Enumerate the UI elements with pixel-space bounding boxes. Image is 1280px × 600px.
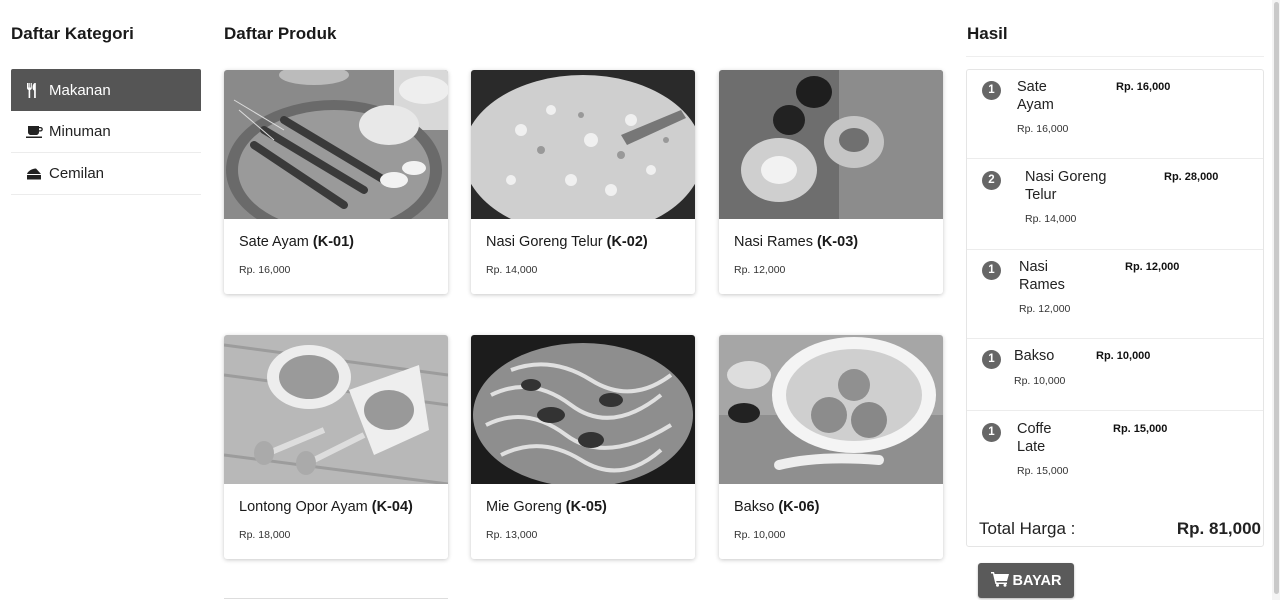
product-name: Mie Goreng (K-05) (486, 499, 607, 515)
product-name: Sate Ayam (K-01) (239, 234, 354, 250)
cart-item-name: Nasi Rames (1019, 259, 1065, 293)
cart-item[interactable]: 2 Nasi Goreng Telur Rp. 14,000 Rp. 28,00… (967, 159, 1263, 250)
result-title: Hasil (967, 24, 1008, 43)
coffee-icon (26, 124, 46, 140)
cart-item-name: Bakso (1014, 348, 1055, 364)
cheese-icon (26, 166, 46, 182)
product-price: Rp. 13,000 (486, 529, 538, 541)
product-card-k01[interactable]: Sate Ayam (K-01) Rp. 16,000 (224, 70, 448, 294)
categories-title: Daftar Kategori (11, 24, 134, 43)
quantity-badge: 2 (982, 171, 1001, 190)
product-card-k06[interactable]: Bakso (K-06) Rp. 10,000 (719, 335, 943, 559)
quantity-badge: 1 (982, 81, 1001, 100)
cart-item-total: Rp. 12,000 (1125, 261, 1180, 273)
cart-item[interactable]: 1 Nasi Rames Rp. 12,000 Rp. 12,000 (967, 250, 1263, 339)
cart-item-total: Rp. 28,000 (1164, 171, 1219, 183)
category-item-makanan[interactable]: Makanan (11, 69, 201, 111)
scrollbar-thumb[interactable] (1274, 2, 1279, 594)
total-value: Rp. 81,000 (1176, 519, 1261, 538)
product-name: Nasi Rames (K-03) (734, 234, 859, 250)
lontong-opor-photo (224, 335, 448, 484)
category-label: Minuman (49, 123, 111, 140)
mie-goreng-photo (471, 335, 695, 484)
page-scrollbar[interactable] (1272, 0, 1280, 600)
product-card-k02[interactable]: Nasi Goreng Telur (K-02) Rp. 14,000 (471, 70, 695, 294)
cart-item-unit-price: Rp. 14,000 (1025, 213, 1077, 225)
category-label: Makanan (49, 81, 111, 99)
product-name: Nasi Goreng Telur (K-02) (486, 234, 648, 250)
cart-item-total: Rp. 10,000 (1096, 350, 1151, 362)
product-card-k05[interactable]: Mie Goreng (K-05) Rp. 13,000 (471, 335, 695, 559)
category-label: Cemilan (49, 165, 105, 182)
nasi-goreng-photo (471, 70, 695, 219)
product-price: Rp. 10,000 (734, 529, 786, 541)
cart-icon (990, 571, 1010, 591)
pay-button[interactable]: BAYAR (978, 563, 1074, 598)
category-item-cemilan[interactable]: Cemilan (11, 153, 201, 195)
total-label: Total Harga : (979, 519, 1076, 538)
cart-item-total: Rp. 16,000 (1116, 81, 1171, 93)
cart-item-unit-price: Rp. 12,000 (1019, 303, 1071, 315)
cart-item-unit-price: Rp. 10,000 (1014, 375, 1066, 387)
result-panel: 1 Sate Ayam Rp. 16,000 Rp. 16,000 2 Nasi… (966, 69, 1264, 547)
cart-item-unit-price: Rp. 15,000 (1017, 465, 1069, 477)
cart-item[interactable]: 1 Sate Ayam Rp. 16,000 Rp. 16,000 (967, 70, 1263, 159)
sate-ayam-photo (224, 70, 448, 219)
category-item-minuman[interactable]: Minuman (11, 111, 201, 153)
quantity-badge: 1 (982, 423, 1001, 442)
nasi-rames-photo (719, 70, 943, 219)
cart-item-name: Coffe Late (1017, 421, 1052, 455)
cart-item-unit-price: Rp. 16,000 (1017, 123, 1069, 135)
bakso-photo (719, 335, 943, 484)
cart-item-total: Rp. 15,000 (1113, 423, 1168, 435)
cart-item-name: Nasi Goreng Telur (1025, 169, 1107, 203)
cart-item-name: Sate Ayam (1017, 79, 1054, 113)
category-list: Makanan Minuman Cemilan (11, 69, 201, 195)
products-title: Daftar Produk (224, 24, 337, 43)
quantity-badge: 1 (982, 350, 1001, 369)
pay-label: BAYAR (1012, 572, 1062, 589)
product-name: Bakso (K-06) (734, 499, 820, 515)
cart-item[interactable]: 1 Coffe Late Rp. 15,000 Rp. 15,000 (967, 411, 1263, 500)
product-price: Rp. 18,000 (239, 529, 291, 541)
quantity-badge: 1 (982, 261, 1001, 280)
product-card-k03[interactable]: Nasi Rames (K-03) Rp. 12,000 (719, 70, 943, 294)
product-price: Rp. 14,000 (486, 264, 538, 276)
product-card-k04[interactable]: Lontong Opor Ayam (K-04) Rp. 18,000 (224, 335, 448, 559)
cart-item[interactable]: 1 Bakso Rp. 10,000 Rp. 10,000 (967, 339, 1263, 411)
product-price: Rp. 12,000 (734, 264, 786, 276)
product-price: Rp. 16,000 (239, 264, 291, 276)
product-name: Lontong Opor Ayam (K-04) (239, 499, 413, 515)
utensils-icon (26, 82, 46, 98)
